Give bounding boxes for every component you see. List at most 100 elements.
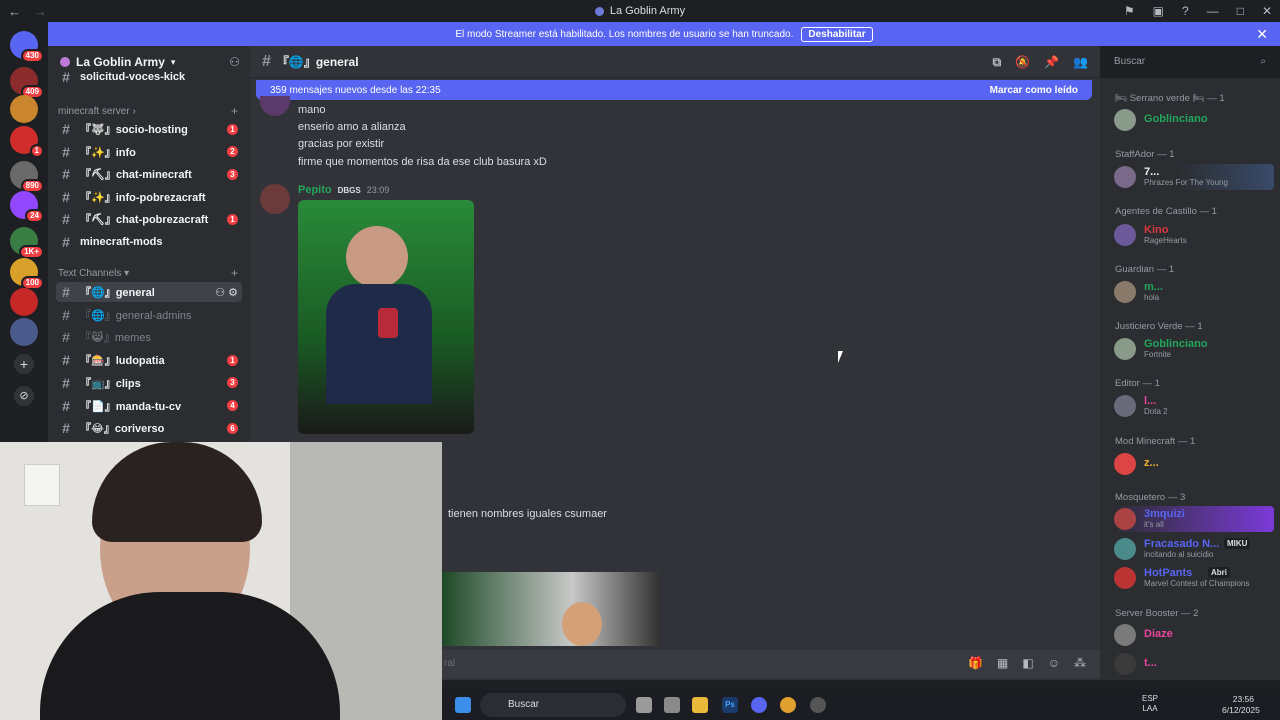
channel-item[interactable]: # 『⛏』chat-pobrezacraft 1 [56, 209, 242, 229]
server-icon[interactable]: 430 [10, 31, 44, 63]
channel-item[interactable]: # 『📄』manda-tu-cv 4 [56, 396, 242, 416]
inbox-flag-icon[interactable]: ⚑ [1124, 4, 1135, 18]
folder-icon[interactable] [692, 697, 708, 713]
channel-item[interactable]: # 『✨』info-pobrezacraft [56, 187, 242, 207]
member-item[interactable]: HotPants Marvel Contest of Champions Abri [1114, 565, 1274, 591]
avatar[interactable] [1114, 224, 1136, 246]
obs-icon[interactable] [810, 697, 826, 713]
screen-icon[interactable]: ▣ [1153, 4, 1164, 18]
member-item[interactable]: m... hola [1114, 279, 1274, 305]
emoji-icon[interactable]: ☺ [1048, 656, 1060, 670]
server-icon[interactable] [10, 288, 38, 316]
channel-item[interactable]: # 『🐺』socio-hosting 1 [56, 119, 242, 139]
avatar[interactable] [1114, 653, 1136, 675]
channel-item[interactable]: # 『😂』coriverso 6 [56, 418, 242, 438]
chrome-icon[interactable] [780, 697, 796, 713]
add-channel-icon[interactable]: + [231, 266, 238, 280]
role-header: 🛏 Serrano verde 🛏 — 1 [1115, 93, 1225, 104]
server-icon[interactable]: 1 [10, 126, 44, 158]
sticker-icon[interactable]: ◧ [1022, 656, 1033, 670]
category-minecraft[interactable]: minecraft server › [58, 106, 136, 117]
server-icon[interactable]: 890 [10, 161, 44, 193]
add-member-icon[interactable]: ⚇ [229, 55, 240, 69]
member-item[interactable]: Goblinciano Fortnite [1114, 336, 1274, 362]
member-item[interactable]: 3mquizi it's all [1114, 506, 1274, 532]
server-icon[interactable] [10, 318, 38, 346]
channel-item[interactable]: # 『⛏』chat-minecraft 3 [56, 164, 242, 184]
search-input[interactable]: Buscar ⌕ [1106, 52, 1274, 72]
unread-badge: 4 [227, 400, 238, 411]
avatar[interactable] [1114, 538, 1136, 560]
new-messages-bar[interactable]: 359 mensajes nuevos desde las 22:35 Marc… [256, 80, 1092, 100]
mute-icon[interactable]: 🔕 [1015, 55, 1030, 69]
explore-icon[interactable]: ⊘ [14, 386, 34, 406]
channel-item[interactable]: # 『✨』info 2 [56, 142, 242, 162]
channel-item[interactable]: # 『🌐』general ⚇ ⚙ [56, 282, 242, 302]
disable-button[interactable]: Deshabilitar [801, 26, 873, 42]
member-item[interactable]: t... [1114, 651, 1274, 677]
message-line: mano [298, 104, 326, 116]
member-name: Fracasado N... [1144, 538, 1220, 550]
close-button[interactable]: ✕ [1262, 4, 1272, 18]
avatar[interactable] [1114, 624, 1136, 646]
avatar[interactable] [1114, 567, 1136, 589]
category-text-channels[interactable]: Text Channels ▾ [58, 268, 129, 279]
threads-icon[interactable]: ⧉ [993, 55, 1002, 70]
taskview-icon[interactable] [636, 697, 652, 713]
avatar[interactable] [1114, 281, 1136, 303]
author-name[interactable]: Pepito [298, 184, 332, 196]
avatar[interactable] [1114, 508, 1136, 530]
member-item[interactable]: z... [1114, 451, 1274, 477]
member-item[interactable]: l... Dota 2 [1114, 393, 1274, 419]
avatar[interactable] [1114, 395, 1136, 417]
channel-item[interactable]: # 『🎰』ludopatia 1 [56, 350, 242, 370]
discord-icon[interactable] [751, 697, 767, 713]
clock[interactable]: 23:56 6/12/2025 [1222, 694, 1260, 716]
image-attachment[interactable] [442, 572, 659, 646]
add-channel-icon[interactable]: + [231, 104, 238, 118]
member-item[interactable]: Fracasado N... incitando al suicidio MIKU [1114, 536, 1274, 562]
help-icon[interactable]: ? [1182, 4, 1189, 18]
channel-label: 『🐺』socio-hosting [80, 124, 188, 136]
member-item[interactable]: Diaze [1114, 622, 1274, 648]
server-icon[interactable]: 409 [10, 67, 44, 99]
hash-icon: # [62, 329, 70, 346]
channel-item[interactable]: # 『📺』clips 3 [56, 373, 242, 393]
member-item[interactable]: Kino RageHearts [1114, 222, 1274, 248]
member-item[interactable]: Goblinciano [1114, 107, 1274, 133]
channel-settings-icon[interactable]: ⚇ ⚙ [215, 286, 238, 299]
channel-item[interactable]: # 『🌐』general-admins [56, 305, 242, 325]
server-icon[interactable]: 1K+ [10, 227, 44, 259]
avatar[interactable] [1114, 166, 1136, 188]
channel-item[interactable]: # 『😹』memes [56, 327, 242, 347]
members-icon[interactable]: 👥 [1073, 55, 1088, 69]
gift-icon[interactable]: 🎁 [968, 656, 983, 670]
image-attachment[interactable] [298, 200, 474, 434]
avatar[interactable] [260, 184, 290, 214]
channel-minecraft-mods[interactable]: # minecraft-mods [56, 232, 242, 252]
close-icon[interactable]: ✕ [1256, 26, 1268, 43]
server-icon[interactable]: 24 [10, 191, 44, 223]
maximize-button[interactable]: □ [1237, 4, 1244, 18]
message-input[interactable]: ral 🎁 ▦ ◧ ☺ ⁂ [442, 650, 1100, 678]
pin-icon[interactable]: 📌 [1044, 55, 1059, 69]
add-server-button[interactable]: + [14, 354, 34, 374]
photoshop-icon[interactable]: Ps [722, 697, 738, 713]
server-icon[interactable] [10, 95, 38, 123]
member-item[interactable]: 7... Phrazes For The Young [1114, 164, 1274, 190]
language-indicator[interactable]: ESP LAA [1142, 694, 1158, 714]
lang-label: ESP [1142, 694, 1159, 703]
avatar[interactable] [1114, 453, 1136, 475]
avatar[interactable] [1114, 109, 1136, 131]
server-icon[interactable]: 100 [10, 258, 44, 290]
channel-solicitud[interactable]: # solicitud-voces-kick [56, 70, 242, 84]
mark-read-button[interactable]: Marcar como leído [990, 85, 1078, 96]
windows-icon[interactable] [455, 697, 471, 713]
app-icon[interactable] [664, 697, 680, 713]
avatar[interactable] [260, 96, 290, 116]
minimize-button[interactable]: — [1207, 4, 1219, 18]
apps-icon[interactable]: ⁂ [1074, 656, 1086, 670]
gif-icon[interactable]: ▦ [997, 656, 1008, 670]
avatar[interactable] [1114, 338, 1136, 360]
taskbar-search[interactable]: Buscar [480, 693, 626, 717]
